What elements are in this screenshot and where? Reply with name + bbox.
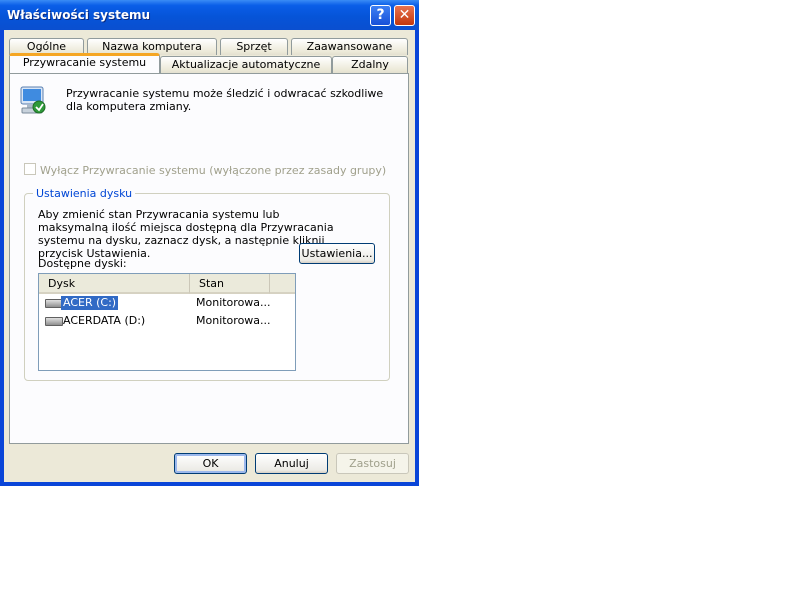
tab-hardware[interactable]: Sprzęt [220, 38, 288, 55]
disable-restore-label: Wyłącz Przywracanie systemu (wyłączone p… [40, 164, 387, 177]
tab-advanced[interactable]: Zaawansowane [291, 38, 408, 55]
window-title: Właściwości systemu [7, 8, 151, 22]
apply-button[interactable]: Zastosuj [336, 453, 409, 474]
disk-status: Monitorowa... [196, 296, 271, 309]
column-header-filler [270, 274, 295, 294]
system-restore-icon [20, 86, 46, 114]
table-row[interactable]: ACERDATA (D:) Monitorowa... [39, 313, 295, 329]
dialog-client: Ogólne Nazwa komputera Sprzęt Zaawansowa… [4, 30, 415, 482]
title-bar[interactable]: Właściwości systemu ? ✕ [0, 0, 419, 30]
table-row[interactable]: ACER (C:) Monitorowa... [39, 295, 295, 311]
tab-automatic-updates[interactable]: Aktualizacje automatyczne [160, 56, 332, 73]
column-header-status[interactable]: Stan [190, 274, 270, 294]
help-button[interactable]: ? [370, 5, 391, 26]
disk-name: ACERDATA (D:) [63, 314, 146, 327]
disk-settings-title: Ustawienia dysku [33, 187, 136, 200]
tab-remote[interactable]: Zdalny [332, 56, 408, 73]
disks-listview[interactable]: Dysk Stan ACER (C:) Monitorowa... ACERDA… [38, 273, 296, 371]
tab-system-restore[interactable]: Przywracanie systemu [9, 53, 160, 73]
close-button[interactable]: ✕ [394, 5, 415, 26]
disk-status: Monitorowa... [196, 314, 271, 327]
available-disks-label: Dostępne dyski: [38, 257, 127, 270]
column-header-disk[interactable]: Dysk [39, 274, 190, 294]
ok-button[interactable]: OK [174, 453, 247, 474]
restore-description: Przywracanie systemu może śledzić i odwr… [66, 87, 384, 113]
cancel-button[interactable]: Anuluj [255, 453, 328, 474]
settings-button[interactable]: Ustawienia... [299, 243, 375, 264]
disable-restore-checkbox[interactable] [24, 163, 36, 175]
dialog-window: Właściwości systemu ? ✕ Ogólne Nazwa kom… [0, 0, 419, 486]
disk-name: ACER (C:) [61, 296, 119, 310]
